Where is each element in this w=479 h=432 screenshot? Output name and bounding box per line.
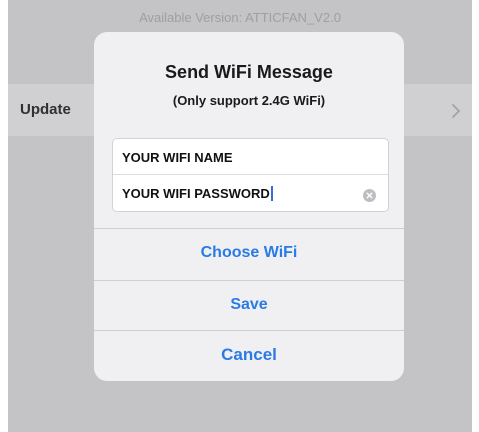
wifi-name-field[interactable]: YOUR WIFI NAME — [122, 150, 233, 165]
choose-wifi-button[interactable]: Choose WiFi — [94, 244, 404, 262]
clear-circle-icon[interactable] — [363, 189, 376, 202]
action-divider — [94, 228, 404, 229]
wifi-password-value: YOUR WIFI PASSWORD — [122, 186, 270, 201]
action-divider — [94, 330, 404, 331]
dialog-title: Send WiFi Message — [165, 62, 333, 82]
wifi-password-field[interactable]: YOUR WIFI PASSWORD — [122, 186, 273, 201]
update-label: Update — [20, 101, 71, 118]
dialog-subtitle: (Only support 2.4G WiFi) — [172, 93, 326, 108]
text-cursor — [270, 186, 273, 201]
app-screen: Available Version: ATTICFAN_V2.0 Update … — [8, 0, 472, 432]
send-wifi-dialog: Send WiFi Message (Only support 2.4G WiF… — [94, 32, 404, 381]
cancel-button[interactable]: Cancel — [94, 345, 404, 365]
chevron-right-icon — [452, 104, 460, 118]
wifi-name-value: YOUR WIFI NAME — [122, 150, 233, 165]
wifi-input-group: YOUR WIFI NAME YOUR WIFI PASSWORD — [112, 138, 389, 212]
input-divider — [113, 174, 388, 175]
available-version-text: Available Version: ATTICFAN_V2.0 — [139, 10, 341, 25]
action-divider — [94, 280, 404, 281]
save-button[interactable]: Save — [94, 296, 404, 314]
